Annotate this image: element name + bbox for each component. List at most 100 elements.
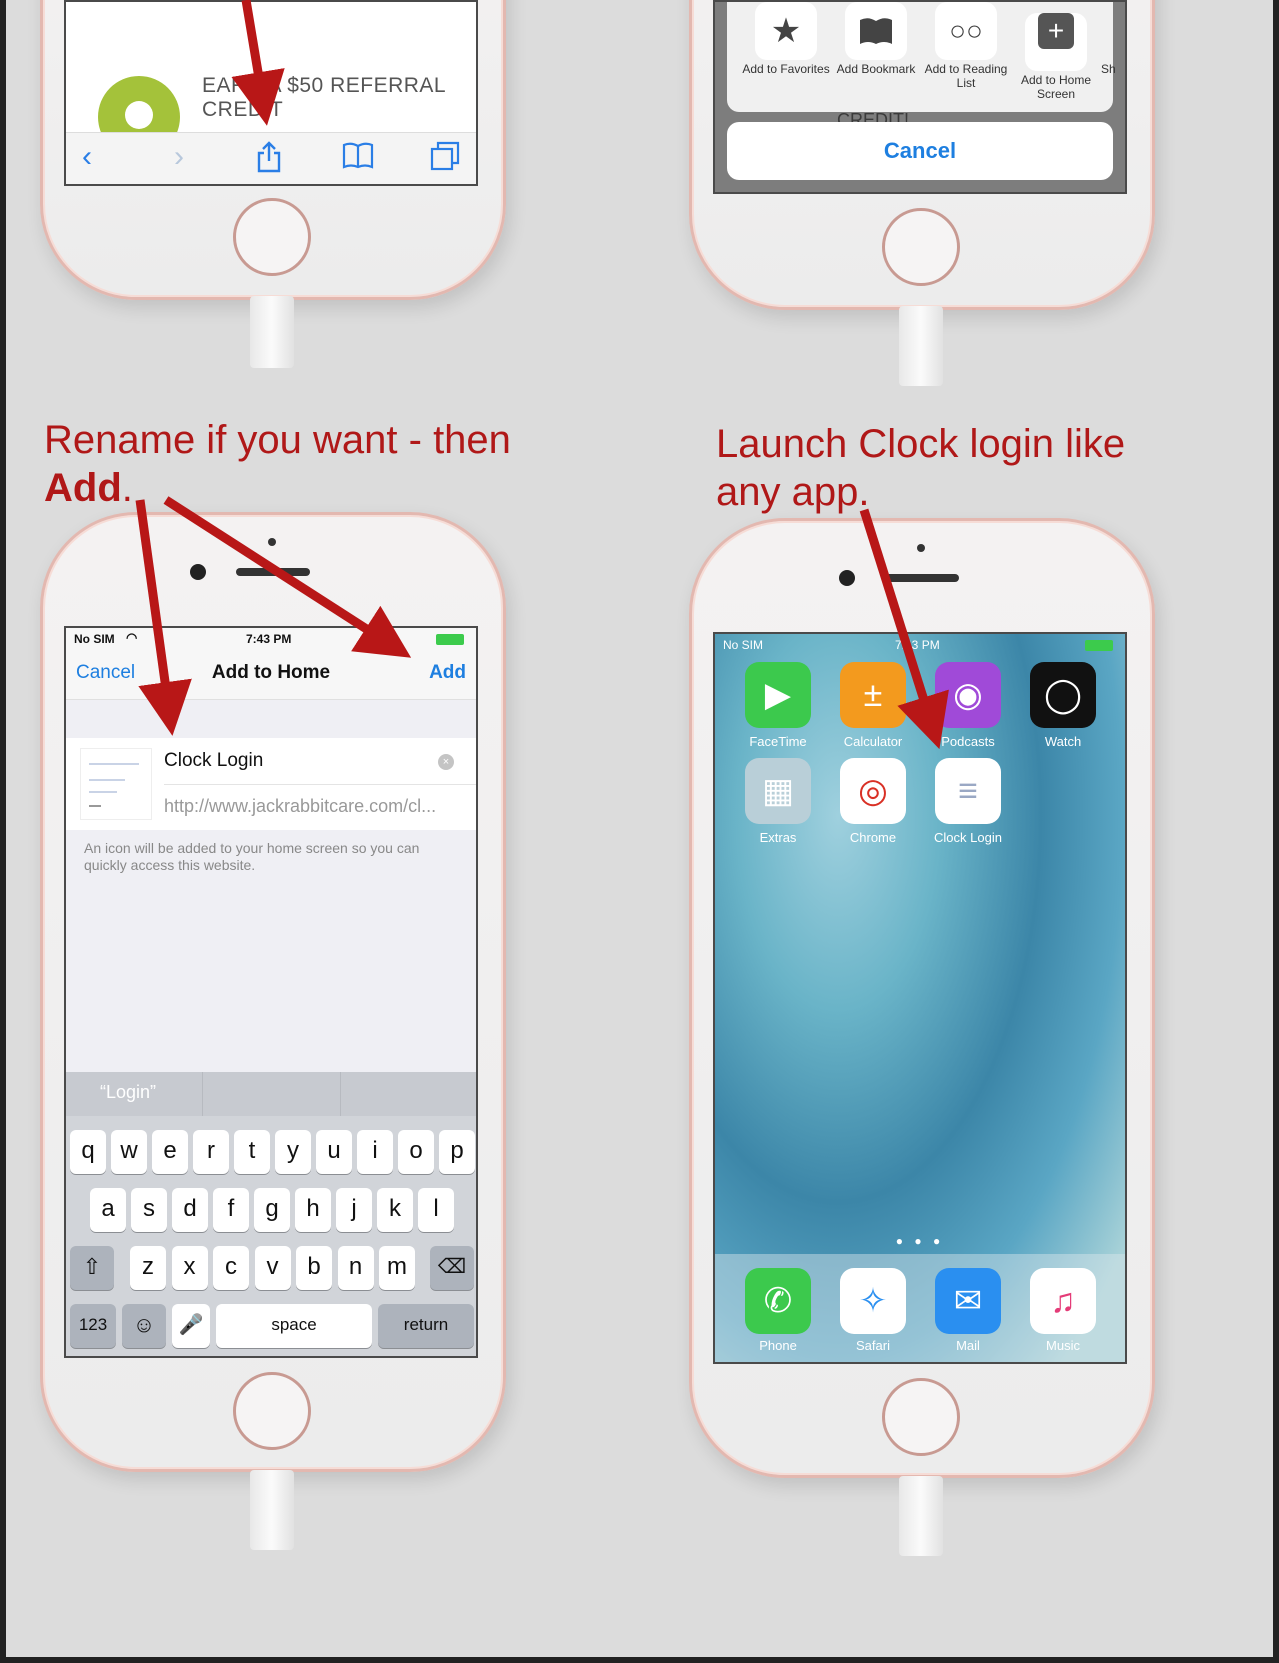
key-d[interactable]: d (172, 1188, 208, 1232)
behind-page-text: CREDIT! (837, 110, 909, 122)
app-calculator[interactable]: ± Calculator (828, 662, 918, 749)
key-c[interactable]: c (213, 1246, 249, 1290)
add-to-home-screen-action[interactable]: + Add to Home Screen (1011, 2, 1101, 101)
plus-icon: + (1025, 13, 1087, 71)
key-x[interactable]: x (171, 1246, 208, 1290)
key-y[interactable]: y (275, 1130, 311, 1174)
home-screen: No SIM 7:43 PM ▶ FaceTime ± Calculator ◉ Podc… (713, 632, 1127, 1364)
key-r[interactable]: r (193, 1130, 229, 1174)
app-label: Extras (759, 830, 797, 845)
app-label: Music (1046, 1338, 1080, 1353)
chrome-icon: ◎ (840, 758, 906, 824)
carrier-label: No SIM (74, 632, 115, 646)
numbers-key[interactable]: 123 (70, 1304, 116, 1348)
key-n[interactable]: n (337, 1246, 374, 1290)
app-chrome[interactable]: ◎ Chrome (828, 758, 918, 845)
share-icon[interactable] (256, 141, 282, 180)
key-l[interactable]: l (418, 1188, 454, 1232)
key-t[interactable]: t (234, 1130, 270, 1174)
share-cancel-button[interactable]: Cancel (727, 122, 1113, 180)
share-actions-panel: ★ Add to Favorites Add Bookmark ○○ Add t… (727, 2, 1116, 112)
app-label: Phone (759, 1338, 797, 1353)
app-label: Watch (1044, 734, 1082, 749)
dock-app-phone[interactable]: ✆ Phone (733, 1268, 823, 1353)
app-podcasts[interactable]: ◉ Podcasts (923, 662, 1013, 749)
status-bar: No SIM ◠ 7:43 PM (66, 628, 476, 650)
key-e[interactable]: e (152, 1130, 188, 1174)
key-w[interactable]: w (111, 1130, 147, 1174)
key-a[interactable]: a (90, 1188, 126, 1232)
step4-caption-line1: Launch Clock login like (716, 422, 1126, 466)
key-b[interactable]: b (296, 1246, 332, 1290)
delete-key-icon[interactable]: ⌫ (430, 1246, 474, 1290)
key-q[interactable]: q (70, 1130, 106, 1174)
clock-label: 7:43 PM (246, 632, 292, 646)
key-z[interactable]: z (130, 1246, 166, 1290)
share-more-action[interactable]: Sh (1101, 2, 1125, 76)
app-label: Safari (856, 1338, 890, 1353)
return-key[interactable]: return (378, 1304, 474, 1348)
emoji-key-icon[interactable]: ☺ (122, 1304, 166, 1348)
app-clock-login[interactable]: ≡ Clock Login (923, 758, 1013, 845)
clear-text-icon[interactable]: × (438, 754, 454, 770)
key-v[interactable]: v (254, 1246, 291, 1290)
safari-screen: EARN A $50 REFERRAL CREDIT ‹ › (64, 0, 478, 186)
key-g[interactable]: g (254, 1188, 290, 1232)
tutorial-frame: EARN A $50 REFERRAL CREDIT ‹ › ★ Add to … (0, 0, 1279, 1663)
safari-icon: ✧ (840, 1268, 906, 1334)
add-to-home-screen: No SIM ◠ 7:43 PM Cancel Add to Home Add … (64, 626, 478, 1358)
key-p[interactable]: p (439, 1130, 475, 1174)
back-chevron-icon[interactable]: ‹ (82, 141, 92, 173)
add-to-home-hint: An icon will be added to your home scree… (84, 840, 420, 873)
bookmark-form: Clock Login × http://www.jackrabbitcare.… (66, 738, 476, 830)
lightning-cable-bottom-left (250, 1470, 294, 1550)
key-s[interactable]: s (131, 1188, 167, 1232)
home-button-top-left[interactable] (233, 198, 311, 276)
share-label: Add Bookmark (836, 62, 916, 76)
add-to-reading-list-action[interactable]: ○○ Add to Reading List (921, 2, 1011, 90)
add-button[interactable]: Add (429, 662, 466, 684)
referral-ad-line1[interactable]: EARN A $50 REFERRAL (202, 74, 446, 98)
key-u[interactable]: u (316, 1130, 352, 1174)
app-extras[interactable]: ▦ Extras (733, 758, 823, 845)
dock-app-mail[interactable]: ✉ Mail (923, 1268, 1013, 1353)
app-watch[interactable]: ◯ Watch (1018, 662, 1108, 749)
key-j[interactable]: j (336, 1188, 372, 1232)
key-i[interactable]: i (357, 1130, 393, 1174)
home-button-bottom-right[interactable] (882, 1378, 960, 1456)
step4-caption: Launch Clock login like any app. (716, 420, 1125, 516)
proximity-sensor (268, 538, 276, 546)
forward-chevron-icon[interactable]: › (174, 141, 184, 173)
name-field[interactable]: Clock Login (164, 750, 263, 772)
key-h[interactable]: h (295, 1188, 331, 1232)
dock-app-music[interactable]: ♫ Music (1018, 1268, 1108, 1353)
shift-key-icon[interactable]: ⇧ (70, 1246, 114, 1290)
bookmarks-icon[interactable] (342, 141, 374, 176)
lightning-cable-bottom-right (899, 1476, 943, 1556)
tabs-icon[interactable] (430, 141, 460, 178)
key-m[interactable]: m (379, 1246, 415, 1290)
referral-ad-line2[interactable]: CREDIT (202, 98, 283, 122)
add-bookmark-action[interactable]: Add Bookmark (831, 2, 921, 76)
microphone-key-icon[interactable]: 🎤 (172, 1304, 210, 1348)
app-facetime[interactable]: ▶ FaceTime (733, 662, 823, 749)
dock-app-safari[interactable]: ✧ Safari (828, 1268, 918, 1353)
app-label: Clock Login (934, 830, 1002, 845)
suggestion-login[interactable]: “Login” (100, 1082, 156, 1103)
star-icon: ★ (755, 2, 817, 60)
music-icon: ♫ (1030, 1268, 1096, 1334)
key-o[interactable]: o (398, 1130, 434, 1174)
key-k[interactable]: k (377, 1188, 413, 1232)
facetime-icon: ▶ (745, 662, 811, 728)
home-button-top-right[interactable] (882, 208, 960, 286)
proximity-sensor (917, 544, 925, 552)
home-button-bottom-left[interactable] (233, 1372, 311, 1450)
add-to-favorites-action[interactable]: ★ Add to Favorites (741, 2, 831, 76)
space-key[interactable]: space (216, 1304, 372, 1348)
phone-icon: ✆ (745, 1268, 811, 1334)
key-f[interactable]: f (213, 1188, 249, 1232)
app-label: Podcasts (941, 734, 995, 749)
watch-icon: ◯ (1030, 662, 1096, 728)
battery-icon (1085, 640, 1113, 651)
app-label: FaceTime (749, 734, 807, 749)
